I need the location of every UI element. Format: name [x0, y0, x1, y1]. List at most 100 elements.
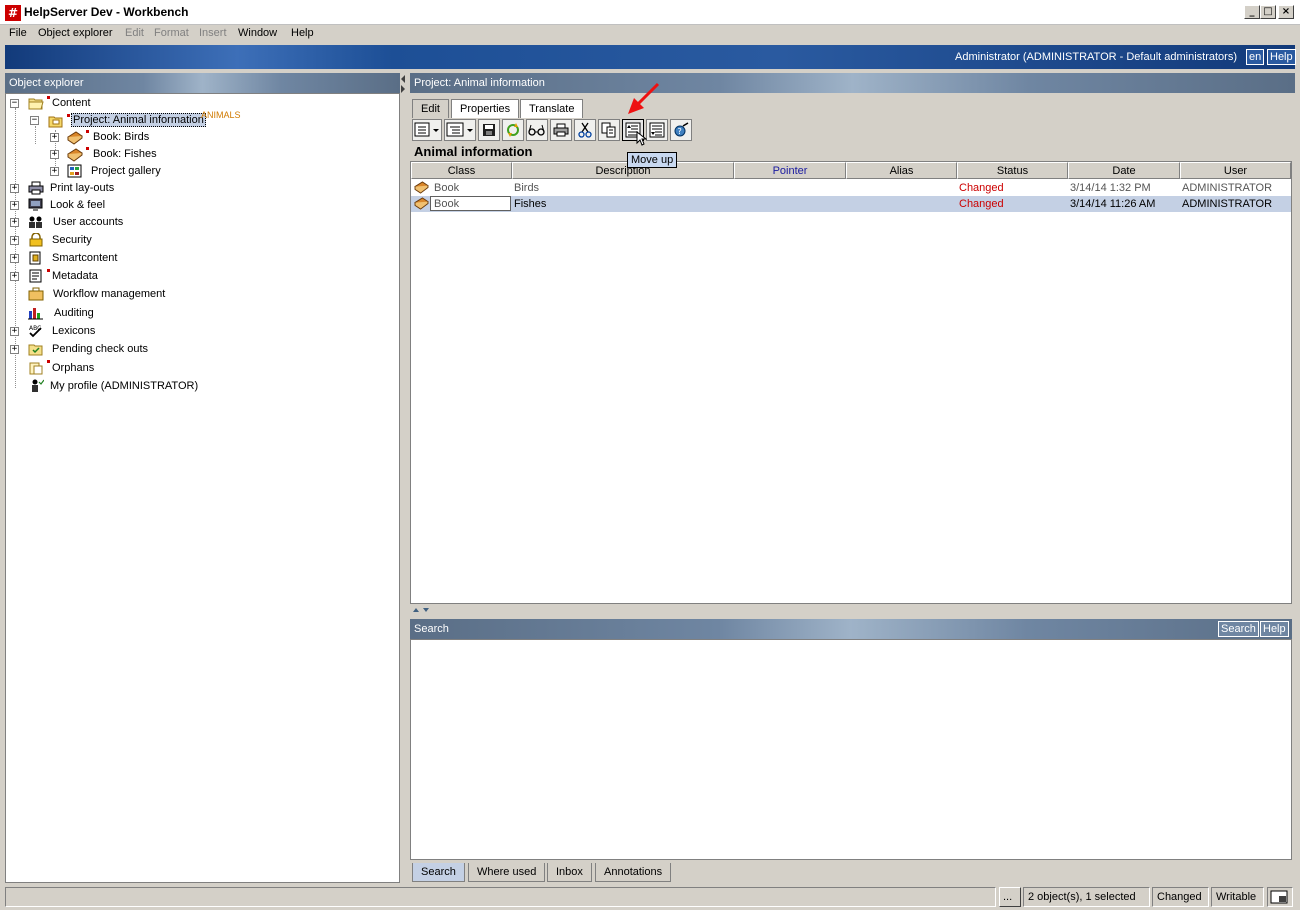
table-row[interactable]: Book Birds Changed 3/14/14 1:32 PM ADMIN… [411, 180, 1291, 196]
menu-insert[interactable]: Insert [199, 27, 227, 39]
briefcase-icon [28, 287, 44, 301]
close-button[interactable]: × [1278, 5, 1294, 19]
object-explorer-tree[interactable]: − Content − Project: Animal information … [5, 93, 400, 883]
insert-list-icon [414, 122, 439, 137]
insert-dropdown-button[interactable] [412, 119, 442, 141]
tab-annotations[interactable]: Annotations [595, 863, 672, 882]
mouse-cursor-icon [636, 131, 647, 146]
expand-icon[interactable]: + [50, 133, 59, 142]
bar-chart-icon [28, 308, 43, 320]
column-status[interactable]: Status [957, 162, 1068, 179]
tab-properties[interactable]: Properties [451, 99, 520, 118]
tab-search[interactable]: Search [412, 863, 465, 882]
object-explorer-header: Object explorer [5, 73, 400, 93]
search-header: Search Search Help [410, 619, 1292, 639]
menu-help[interactable]: Help [291, 27, 314, 39]
status-selection-count: 2 object(s), 1 selected [1023, 887, 1150, 907]
banner-help-button[interactable]: Help [1267, 49, 1296, 65]
project-folder-icon [48, 116, 63, 128]
smartcontent-icon [29, 251, 41, 265]
copy-icon [601, 122, 616, 138]
expand-icon[interactable]: + [10, 254, 19, 263]
window-title: HelpServer Dev - Workbench [24, 5, 189, 19]
expand-icon[interactable]: + [10, 345, 19, 354]
expand-icon[interactable]: + [50, 167, 59, 176]
expand-icon[interactable]: + [10, 236, 19, 245]
status-dots-button[interactable]: ... [999, 887, 1021, 907]
status-bar: ... 2 object(s), 1 selected Changed Writ… [0, 884, 1300, 910]
expand-icon[interactable]: + [10, 201, 19, 210]
language-button[interactable]: en [1246, 49, 1265, 65]
banner-user-label: Administrator (ADMINISTRATOR - Default a… [955, 51, 1237, 63]
printer-icon [553, 123, 569, 137]
refresh-icon [507, 123, 519, 137]
scissors-icon [578, 122, 592, 138]
column-user[interactable]: User [1180, 162, 1291, 179]
column-class[interactable]: Class [411, 162, 512, 179]
collapse-icon[interactable]: − [30, 116, 39, 125]
preview-button[interactable] [526, 119, 548, 141]
search-help-button[interactable]: Help [1260, 621, 1289, 637]
search-button[interactable]: Search [1218, 621, 1259, 637]
search-title: Search [414, 623, 449, 635]
horizontal-splitter[interactable] [410, 605, 1295, 615]
glasses-icon [528, 124, 545, 136]
save-button[interactable] [478, 119, 500, 141]
annotation-arrow-icon [628, 82, 660, 114]
table-row-selected[interactable]: Book Fishes Changed 3/14/14 11:26 AM ADM… [411, 196, 1291, 212]
menu-edit[interactable]: Edit [125, 27, 144, 39]
maximize-button[interactable]: □ [1260, 5, 1276, 19]
book-icon [67, 148, 83, 162]
spellcheck-icon: ABC [29, 325, 42, 338]
user-icon [32, 379, 44, 392]
menu-window[interactable]: Window [238, 27, 277, 39]
editor-toolbar: ? [410, 118, 1295, 142]
splitter-arrows-icon [413, 608, 429, 612]
vertical-splitter[interactable] [400, 73, 408, 883]
help-wizard-button[interactable]: ? [670, 119, 692, 141]
title-bar: # HelpServer Dev - Workbench _ □ × [0, 0, 1300, 25]
expand-icon[interactable]: + [10, 184, 19, 193]
editor-header: Project: Animal information [410, 73, 1295, 93]
cut-button[interactable] [574, 119, 596, 141]
column-pointer[interactable]: Pointer [734, 162, 846, 179]
book-icon [67, 131, 83, 145]
content-grid[interactable]: Class Description Pointer Alias Status D… [410, 161, 1292, 604]
tab-edit[interactable]: Edit [412, 99, 449, 118]
column-description[interactable]: Description [512, 162, 734, 179]
collapse-icon[interactable]: − [10, 99, 19, 108]
expand-icon[interactable]: + [10, 327, 19, 336]
print-button[interactable] [550, 119, 572, 141]
status-panel-toggle[interactable] [1267, 887, 1293, 907]
menu-object-explorer[interactable]: Object explorer [38, 27, 113, 39]
tab-where-used[interactable]: Where used [468, 863, 546, 882]
status-mode: Writable [1211, 887, 1264, 907]
refresh-button[interactable] [502, 119, 524, 141]
tab-translate[interactable]: Translate [520, 99, 584, 118]
move-down-button[interactable] [646, 119, 668, 141]
lock-icon [29, 233, 43, 247]
tab-inbox[interactable]: Inbox [547, 863, 592, 882]
column-alias[interactable]: Alias [846, 162, 957, 179]
copy-button[interactable] [598, 119, 620, 141]
book-icon [414, 197, 429, 210]
expand-icon[interactable]: + [50, 150, 59, 159]
open-folder-icon [28, 98, 44, 110]
svg-text:?: ? [678, 127, 682, 136]
append-dropdown-button[interactable] [444, 119, 476, 141]
move-down-icon [649, 122, 665, 138]
orphans-icon [29, 362, 43, 375]
monitor-icon [28, 198, 43, 211]
menu-format[interactable]: Format [154, 27, 189, 39]
expand-icon[interactable]: + [10, 218, 19, 227]
help-wand-icon: ? [674, 122, 689, 137]
status-state: Changed [1152, 887, 1209, 907]
panel-layout-icon [1270, 890, 1288, 904]
column-date[interactable]: Date [1068, 162, 1180, 179]
minimize-button[interactable]: _ [1244, 5, 1260, 19]
search-results-area[interactable] [410, 639, 1292, 860]
project-alias: ANIMALS [201, 110, 241, 120]
save-icon [483, 124, 495, 136]
expand-icon[interactable]: + [10, 272, 19, 281]
menu-file[interactable]: File [9, 27, 27, 39]
